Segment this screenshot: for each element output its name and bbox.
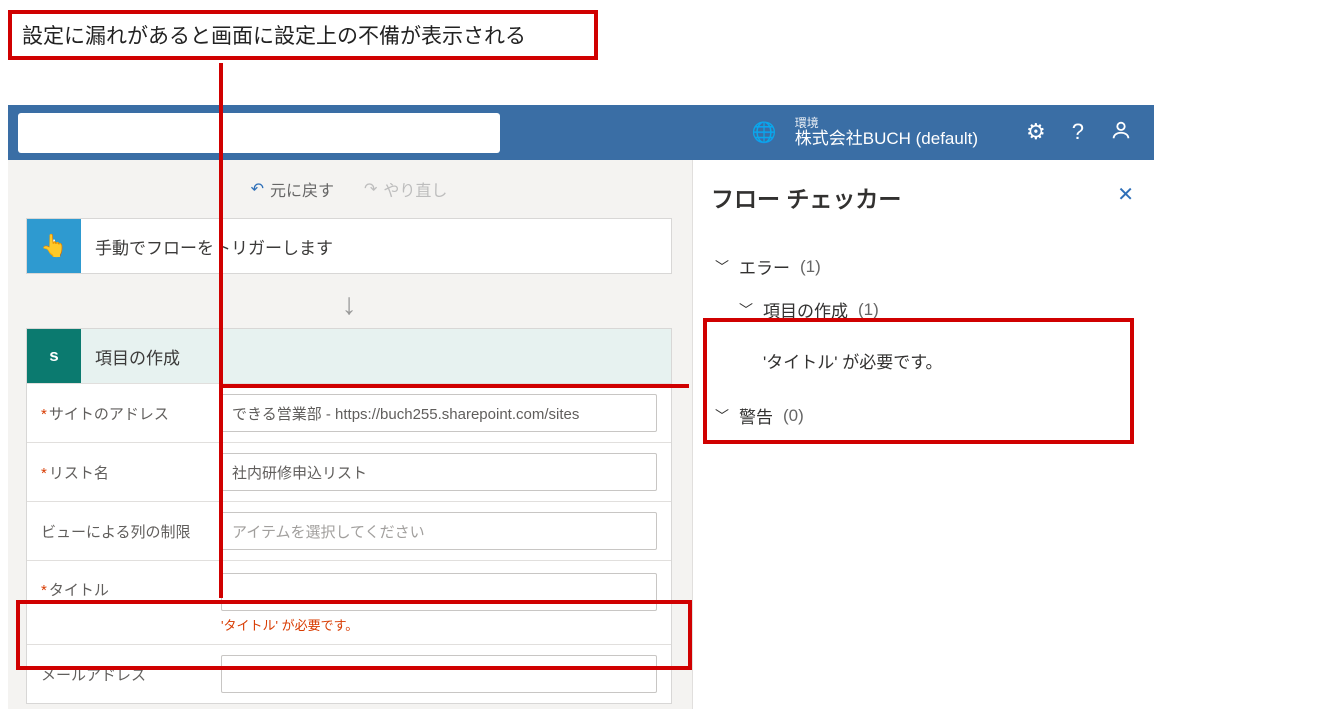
user-icon[interactable]	[1110, 119, 1132, 147]
flow-checker-panel: フロー チェッカー ✕ ﹀ エラー (1) ﹀ 項目の作成 (1) 'タイトル'…	[692, 160, 1154, 709]
error-message: 'タイトル' が必要です。	[759, 330, 1136, 393]
warnings-count: (0)	[783, 406, 804, 426]
sharepoint-icon: s	[27, 329, 81, 383]
errors-label: エラー	[739, 254, 790, 279]
environment-value: 株式会社BUCH (default)	[795, 130, 978, 149]
redo-icon: ↷	[364, 179, 377, 199]
field-view-label: ビューによる列の制限	[41, 521, 211, 542]
help-icon[interactable]: ?	[1072, 119, 1084, 147]
redo-label: やり直し	[383, 177, 447, 201]
field-list-label: リスト名	[41, 462, 211, 483]
error-item-count: (1)	[858, 300, 879, 320]
error-item-toggle[interactable]: ﹀ 項目の作成 (1)	[735, 289, 1136, 330]
chevron-down-icon: ﹀	[715, 257, 729, 277]
error-item-label: 項目の作成	[763, 297, 848, 322]
trigger-title: 手動でフローをトリガーします	[95, 234, 333, 259]
gear-icon[interactable]: ⚙	[1026, 119, 1046, 147]
field-email-input[interactable]	[221, 655, 657, 693]
annotation-text: 設定に漏れがあると画面に設定上の不備が表示される	[22, 20, 526, 50]
undo-label: 元に戻す	[270, 177, 334, 201]
app-header: 🌐 環境 株式会社BUCH (default) ⚙ ?	[8, 105, 1154, 160]
field-title-label: タイトル	[41, 573, 211, 600]
errors-section-toggle[interactable]: ﹀ エラー (1)	[711, 244, 1136, 289]
canvas-toolbar: ↶ 元に戻す ↷ やり直し	[26, 160, 672, 218]
errors-count: (1)	[800, 257, 821, 277]
search-input[interactable]	[18, 113, 500, 153]
warnings-section-toggle[interactable]: ﹀ 警告 (0)	[711, 393, 1136, 438]
annotation-line-vertical	[219, 63, 223, 598]
field-list-input[interactable]: 社内研修申込リスト	[221, 453, 657, 491]
chevron-down-icon: ﹀	[739, 300, 753, 320]
flow-connector-arrow: ↓	[26, 274, 672, 328]
field-view-placeholder: アイテムを選択してください	[232, 521, 425, 542]
close-icon[interactable]: ✕	[1117, 182, 1134, 207]
field-site-value: できる営業部 - https://buch255.sharepoint.com/…	[232, 403, 579, 424]
field-view-input[interactable]: アイテムを選択してください	[221, 512, 657, 550]
field-site-input[interactable]: できる営業部 - https://buch255.sharepoint.com/…	[221, 394, 657, 432]
redo-button[interactable]: ↷ やり直し	[364, 177, 447, 201]
create-item-title: 項目の作成	[95, 344, 180, 369]
environment-label: 環境	[795, 117, 978, 130]
annotation-line-horizontal	[219, 384, 689, 388]
chevron-down-icon: ﹀	[715, 406, 729, 426]
field-email-label: メールアドレス	[41, 664, 211, 685]
trigger-icon: 👆	[27, 219, 81, 273]
trigger-card[interactable]: 👆 手動でフローをトリガーします	[26, 218, 672, 274]
field-site-label: サイトのアドレス	[41, 403, 211, 424]
field-list-value: 社内研修申込リスト	[232, 462, 367, 483]
undo-icon: ↶	[251, 179, 264, 199]
flow-checker-title: フロー チェッカー	[711, 180, 1136, 214]
warnings-label: 警告	[739, 403, 773, 428]
field-title-error: 'タイトル' が必要です。	[221, 615, 657, 634]
flow-canvas: ↶ 元に戻す ↷ やり直し 👆 手動でフローをトリガーします ↓ s	[8, 160, 692, 709]
undo-button[interactable]: ↶ 元に戻す	[251, 177, 334, 201]
field-title-input[interactable]	[221, 573, 657, 611]
environment-block: 🌐 環境 株式会社BUCH (default) ⚙ ?	[752, 117, 1144, 149]
annotation-callout: 設定に漏れがあると画面に設定上の不備が表示される	[8, 10, 598, 60]
globe-icon: 🌐	[752, 120, 777, 145]
